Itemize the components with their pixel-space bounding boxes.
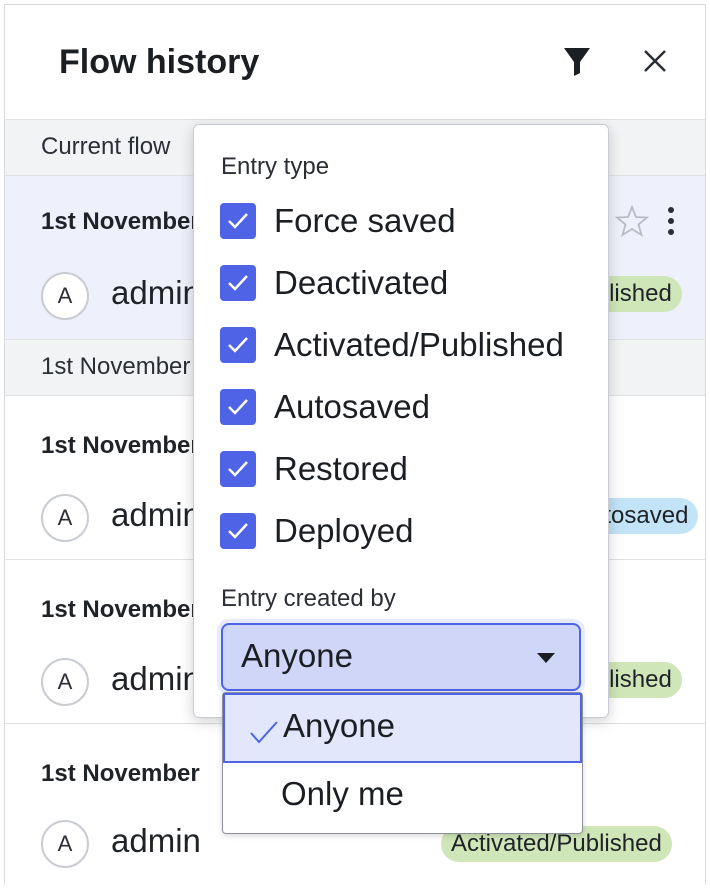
panel-header: Flow history <box>5 5 705 119</box>
entry-date: 1st November <box>41 208 200 235</box>
checkbox-label: Deactivated <box>274 264 449 301</box>
entry-author: admin <box>111 496 201 533</box>
caret-down-icon <box>537 653 555 663</box>
checkbox-label: Force saved <box>274 202 456 239</box>
filter-popover: Entry type Force saved Deactivated Activ… <box>193 124 609 718</box>
option-anyone[interactable]: Anyone <box>223 693 582 763</box>
checkbox-label: Activated/Published <box>274 326 564 363</box>
avatar: A <box>41 494 89 542</box>
avatar: A <box>41 820 89 868</box>
entry-date: 1st November <box>41 596 200 623</box>
checkmark-icon <box>228 399 248 415</box>
favorite-button[interactable] <box>614 204 650 238</box>
star-icon <box>614 204 650 238</box>
checkbox-deactivated[interactable]: Deactivated <box>220 263 600 303</box>
checkmark-icon <box>228 275 248 291</box>
page-title: Flow history <box>59 43 260 81</box>
checkbox-autosaved[interactable]: Autosaved <box>220 387 600 427</box>
funnel-icon <box>564 48 590 76</box>
close-button[interactable] <box>635 41 675 81</box>
close-icon <box>644 50 666 72</box>
checkbox[interactable] <box>220 451 256 487</box>
entry-author: admin <box>111 822 201 859</box>
option-only-me[interactable]: Only me <box>223 763 582 833</box>
more-vertical-icon <box>668 207 674 235</box>
created-by-listbox: Anyone Only me <box>222 692 583 834</box>
option-label: Only me <box>281 775 404 812</box>
entry-author: admin <box>111 660 201 697</box>
checkbox[interactable] <box>220 203 256 239</box>
created-by-select[interactable]: Anyone <box>221 623 581 691</box>
avatar: A <box>41 272 89 320</box>
entry-author: admin <box>111 274 201 311</box>
option-label: Anyone <box>283 707 395 744</box>
checkmark-icon <box>250 721 278 744</box>
more-options-button[interactable] <box>659 204 683 238</box>
entry-date: 1st November <box>41 760 200 787</box>
checkbox[interactable] <box>220 327 256 363</box>
checkbox-force-saved[interactable]: Force saved <box>220 201 600 241</box>
avatar: A <box>41 658 89 706</box>
checkmark-icon <box>228 337 248 353</box>
checkbox-restored[interactable]: Restored <box>220 449 600 489</box>
created-by-label: Entry created by <box>221 585 396 612</box>
entry-type-label: Entry type <box>221 153 330 180</box>
checkmark-icon <box>228 461 248 477</box>
checkbox[interactable] <box>220 265 256 301</box>
filter-button[interactable] <box>557 41 597 81</box>
checkbox[interactable] <box>220 513 256 549</box>
checkbox[interactable] <box>220 389 256 425</box>
checkbox-label: Autosaved <box>274 388 430 425</box>
checkbox-label: Restored <box>274 450 408 487</box>
checkmark-icon <box>228 523 248 539</box>
checkbox-label: Deployed <box>274 512 414 549</box>
select-value: Anyone <box>241 637 353 674</box>
checkbox-deployed[interactable]: Deployed <box>220 511 600 551</box>
entry-date: 1st November <box>41 432 200 459</box>
checkmark-icon <box>228 213 248 229</box>
checkbox-activated-published[interactable]: Activated/Published <box>220 325 600 365</box>
